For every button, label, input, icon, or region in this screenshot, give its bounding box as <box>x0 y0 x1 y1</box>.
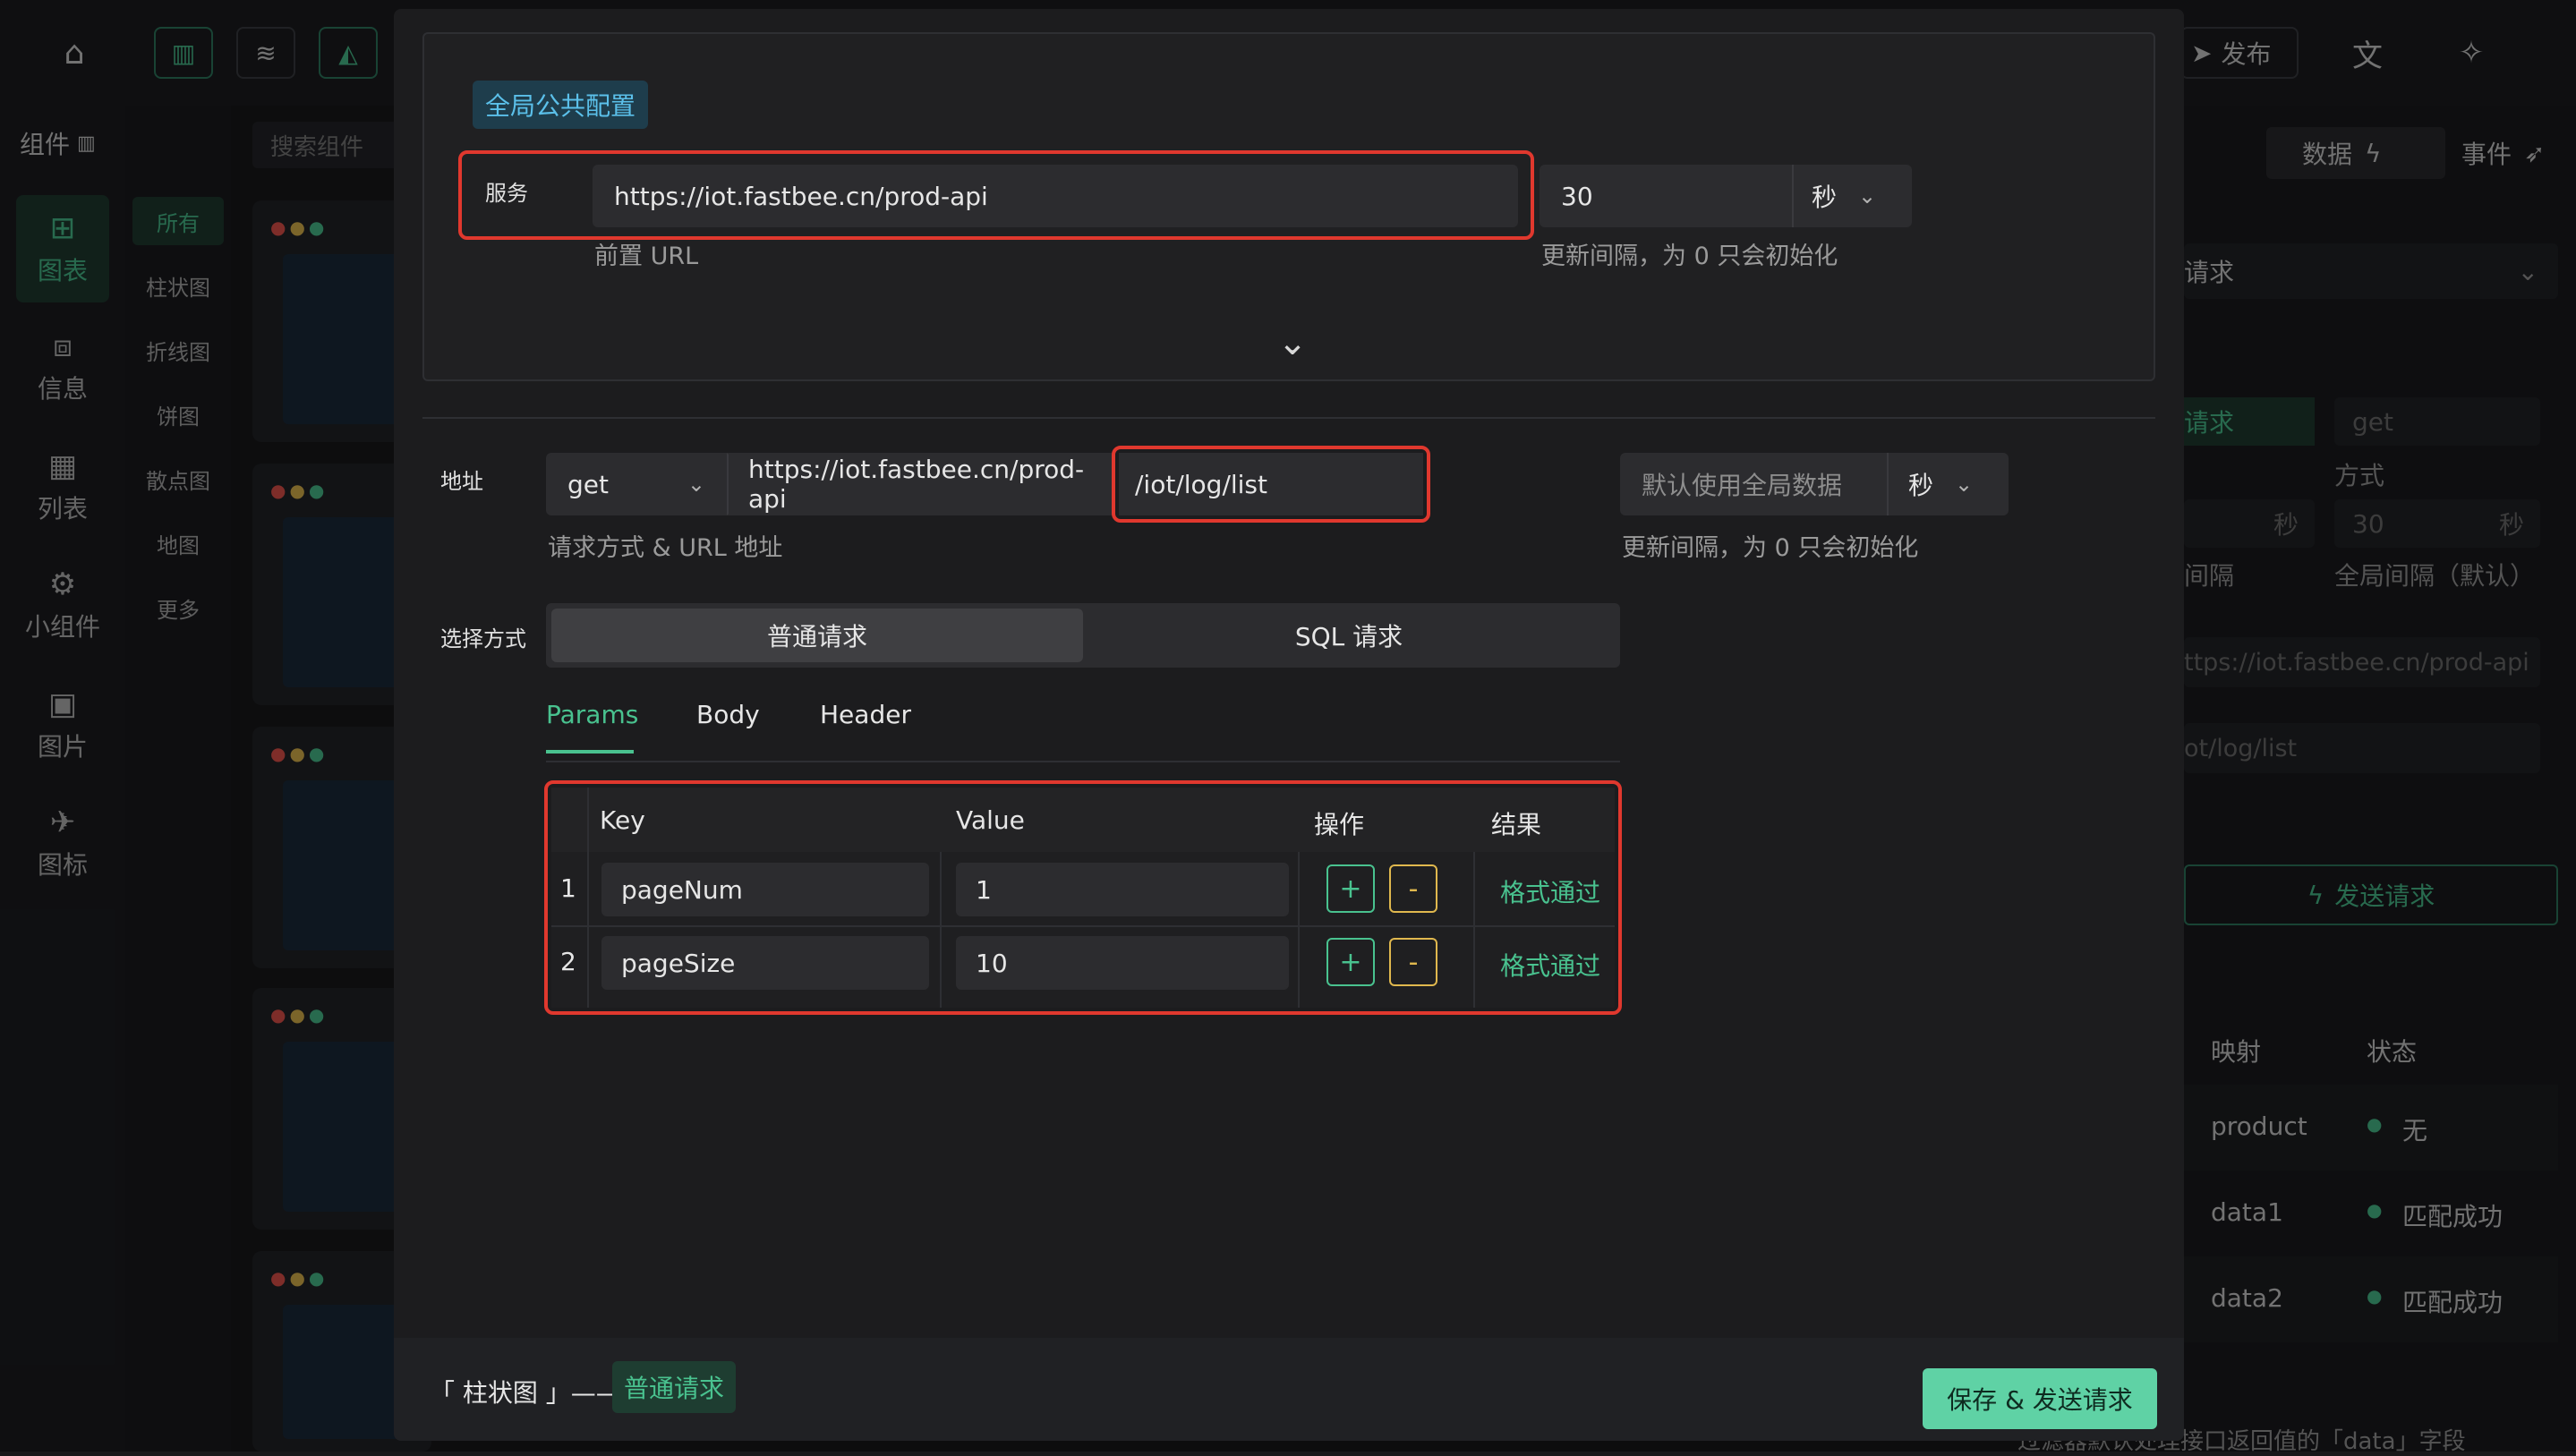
row-index: 2 <box>560 947 576 976</box>
footer-request-tag: 普通请求 <box>612 1361 736 1413</box>
key-header: Key <box>600 805 645 835</box>
interval-hint: 更新间隔，为 0 只会初始化 <box>1622 534 1919 562</box>
params-table: Key Value 操作 结果 1 pageNum 1 + - 格式通过 2 p… <box>551 788 1615 1008</box>
add-param-button[interactable]: + <box>1326 864 1375 913</box>
param-value-input[interactable]: 10 <box>956 936 1289 990</box>
modal-footer: 「 柱状图 」—— 普通请求 保存 & 发送请求 <box>394 1338 2184 1441</box>
value-header: Value <box>956 805 1025 835</box>
mode-label: 选择方式 <box>440 626 526 651</box>
footer-title: 「 柱状图 」—— <box>430 1378 621 1408</box>
mode-segmented-control: 普通请求 SQL 请求 <box>546 603 1620 668</box>
interval-input[interactable]: 默认使用全局数据 <box>1620 453 1889 515</box>
add-param-button[interactable]: + <box>1326 938 1375 986</box>
save-and-send-button[interactable]: 保存 & 发送请求 <box>1923 1368 2157 1429</box>
table-row: 1 pageNum 1 + - 格式通过 <box>551 852 1615 927</box>
expand-chevron-icon[interactable]: ⌄ <box>1257 320 1328 365</box>
method-select[interactable]: get ⌄ <box>546 453 727 515</box>
global-config-panel: 全局公共配置 服务 https://iot.fastbee.cn/prod-ap… <box>422 32 2155 381</box>
mode-sql-button[interactable]: SQL 请求 <box>1083 609 1615 662</box>
service-hint: 前置 URL <box>594 243 699 270</box>
divider <box>422 417 2155 419</box>
interval-unit-select[interactable]: 秒 ⌄ <box>1887 453 2009 515</box>
address-label: 地址 <box>440 469 483 494</box>
active-tab-indicator <box>546 750 634 754</box>
address-hint: 请求方式 & URL 地址 <box>548 534 783 562</box>
remove-param-button[interactable]: - <box>1389 864 1437 913</box>
tab-header[interactable]: Header <box>820 700 911 729</box>
param-key-input[interactable]: pageSize <box>601 936 929 990</box>
path-input[interactable]: /iot/log/list <box>1119 453 1423 515</box>
chevron-down-icon: ⌄ <box>1955 472 1974 497</box>
request-config-modal: 全局公共配置 服务 https://iot.fastbee.cn/prod-ap… <box>394 9 2184 1441</box>
params-header-row: Key Value 操作 结果 <box>551 788 1615 852</box>
service-url-input[interactable]: https://iot.fastbee.cn/prod-api <box>593 165 1518 227</box>
op-header: 操作 <box>1314 810 1365 839</box>
chevron-down-icon: ⌄ <box>687 472 705 497</box>
tabs-divider <box>546 761 1620 762</box>
service-label: 服务 <box>485 181 528 206</box>
mode-normal-button[interactable]: 普通请求 <box>551 609 1083 662</box>
global-config-tag: 全局公共配置 <box>473 81 649 129</box>
base-url-field: https://iot.fastbee.cn/prod-api <box>727 453 1112 515</box>
global-interval-unit-select[interactable]: 秒 ⌄ <box>1792 165 1912 227</box>
tab-body[interactable]: Body <box>696 700 760 729</box>
tab-params[interactable]: Params <box>546 700 638 729</box>
param-result: 格式通过 <box>1500 951 1601 981</box>
param-key-input[interactable]: pageNum <box>601 863 929 916</box>
table-row: 2 pageSize 10 + - 格式通过 <box>551 927 1615 1002</box>
chevron-down-icon: ⌄ <box>1858 183 1877 209</box>
global-interval-hint: 更新间隔，为 0 只会初始化 <box>1541 243 1838 270</box>
param-value-input[interactable]: 1 <box>956 863 1289 916</box>
param-result: 格式通过 <box>1500 878 1601 907</box>
global-interval-input[interactable]: 30 <box>1540 165 1794 227</box>
result-header: 结果 <box>1491 810 1542 839</box>
remove-param-button[interactable]: - <box>1389 938 1437 986</box>
row-index: 1 <box>560 873 576 903</box>
